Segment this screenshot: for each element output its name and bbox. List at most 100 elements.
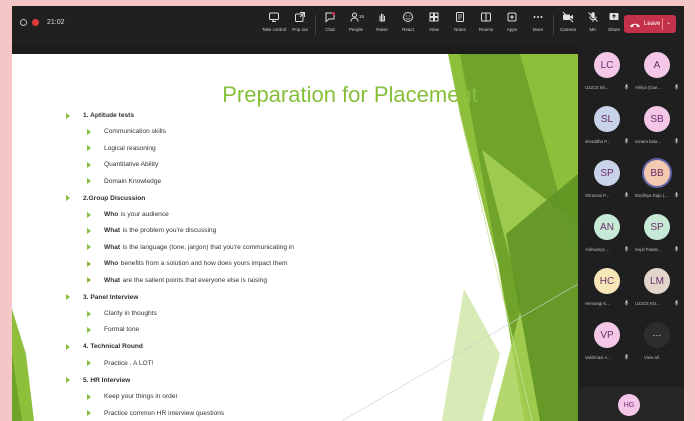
shared-presentation-slide: Preparation for Placement 1. Aptitude te… — [12, 54, 578, 421]
self-view-tile[interactable]: HG — [578, 387, 684, 421]
people-button[interactable]: People 16 — [343, 11, 369, 39]
participant-tile[interactable]: A Ahilya (Gue... — [631, 52, 681, 100]
bullet-arrow-icon — [87, 360, 91, 367]
participant-name: shraddha P... — [585, 139, 611, 144]
chat-button[interactable]: Chat — [317, 11, 343, 39]
camera-button[interactable]: Camera — [555, 11, 581, 39]
bullet-arrow-icon — [66, 377, 70, 384]
react-button[interactable]: React — [395, 11, 421, 39]
leave-button[interactable]: Leave ⌄ — [624, 15, 676, 33]
bullet-arrow-icon — [87, 178, 91, 185]
pop-out-button[interactable]: Pop out — [287, 11, 313, 39]
participant-avatar: A — [644, 52, 670, 78]
mic-icon — [587, 11, 599, 23]
participant-name: Ahilya (Gue... — [635, 85, 662, 90]
mic-muted-icon — [624, 300, 629, 306]
more-button[interactable]: More — [525, 11, 551, 39]
react-icon — [402, 11, 414, 23]
bullet-arrow-icon — [87, 310, 91, 317]
chat-icon — [324, 11, 336, 23]
participant-tile[interactable]: SL shraddha P... — [581, 106, 631, 154]
rooms-icon — [480, 11, 492, 23]
mic-muted-icon — [624, 192, 629, 198]
pop-out-icon — [294, 11, 306, 23]
raise-hand-button[interactable]: Raise — [369, 11, 395, 39]
bullet-arrow-icon — [66, 195, 70, 202]
bullet-arrow-icon — [66, 112, 70, 119]
slide-sub-item: What is the problem you're discussing — [87, 227, 216, 234]
bullet-arrow-icon — [87, 277, 91, 284]
participant-avatar: SB — [644, 106, 670, 132]
view-icon — [428, 11, 440, 23]
participant-avatar: LC — [594, 52, 620, 78]
participant-tile[interactable]: SP Shravani P... — [581, 160, 631, 208]
slide-sub-item: Who benefits from a solution and how does… — [87, 260, 288, 267]
participant-avatar: AN — [594, 214, 620, 240]
participant-tile[interactable]: BB Bindhiya Raju (... — [631, 160, 681, 208]
take-control-button[interactable]: Take control — [261, 11, 287, 39]
people-count-badge: 16 — [359, 14, 365, 19]
recording-icon — [32, 19, 39, 26]
raise-hand-icon — [376, 11, 388, 23]
status-circle-icon — [20, 19, 27, 26]
slide-sub-item: Logical reasoning — [87, 145, 156, 152]
bullet-arrow-icon — [87, 326, 91, 333]
apps-button[interactable]: Apps — [499, 11, 525, 39]
participant-tile[interactable]: AN Aishwarya ... — [581, 214, 631, 262]
notes-button[interactable]: Notes — [447, 11, 473, 39]
more-icon: ⋯ — [644, 322, 670, 348]
bullet-arrow-icon — [87, 244, 91, 251]
participant-tile[interactable]: HC Hemangi K... — [581, 268, 631, 316]
slide-sub-item: Practice common HR interview questions — [87, 410, 224, 417]
camera-icon — [562, 11, 574, 23]
mic-muted-icon — [624, 246, 629, 252]
bullet-arrow-icon — [87, 410, 91, 417]
slide-sub-item: Domain Knowledge — [87, 178, 161, 185]
view-button[interactable]: View — [421, 11, 447, 39]
bullet-arrow-icon — [87, 227, 91, 234]
participant-tile[interactable]: SB sonam bala... — [631, 106, 681, 154]
participant-avatar: HC — [594, 268, 620, 294]
participant-name: Aishwarya ... — [585, 247, 610, 252]
participant-tile[interactable]: LM U22CE KO... — [631, 268, 681, 316]
meeting-timer: 21:02 — [47, 19, 65, 26]
participant-name: U22CE Mi... — [585, 85, 609, 90]
participants-panel: HG LC U22CE Mi... A Ahilya (Gue... SL shraddh… — [578, 44, 684, 421]
slide-sub-item: Practice . A LOT! — [87, 360, 153, 367]
mic-muted-icon — [674, 84, 679, 90]
participant-avatar: SP — [594, 160, 620, 186]
participant-avatar: BB — [644, 160, 670, 186]
view-all-button[interactable]: ⋯ View all — [631, 322, 681, 370]
slide-sub-item: Communication skills — [87, 128, 166, 135]
slide-sub-item: Clarity in thoughts — [87, 310, 157, 317]
mic-muted-icon — [674, 192, 679, 198]
participant-name: Hemangi K... — [585, 301, 610, 306]
participant-tile[interactable]: SP Sejal Pawar... — [631, 214, 681, 262]
more-icon — [532, 11, 544, 23]
notes-icon — [454, 11, 466, 23]
participant-avatar: SL — [594, 106, 620, 132]
participant-avatar: SP — [644, 214, 670, 240]
mic-muted-icon — [674, 300, 679, 306]
meeting-window: 21:02 Take control Pop out Chat People 1… — [12, 6, 684, 421]
bullet-arrow-icon — [66, 294, 70, 301]
participant-name: sonam bala... — [635, 139, 661, 144]
bullet-arrow-icon — [87, 393, 91, 400]
meeting-toolbar: 21:02 Take control Pop out Chat People 1… — [12, 6, 684, 44]
participant-name: Sejal Pawar... — [635, 247, 662, 252]
view-all-label: View all — [644, 355, 659, 360]
chevron-down-icon[interactable]: ⌄ — [666, 19, 671, 26]
rooms-button[interactable]: Rooms — [473, 11, 499, 39]
slide-heading-item: 4. Technical Round — [66, 343, 143, 350]
participant-avatar: VP — [594, 322, 620, 348]
bullet-arrow-icon — [87, 145, 91, 152]
participant-avatar: LM — [644, 268, 670, 294]
participant-tile[interactable]: VP Vaishnavi A... — [581, 322, 631, 370]
participant-name: Vaishnavi A... — [585, 355, 611, 360]
slide-sub-item: Quantitative Ability — [87, 161, 158, 168]
apps-icon — [506, 11, 518, 23]
participant-tile[interactable]: LC U22CE Mi... — [581, 52, 631, 100]
share-icon — [608, 11, 620, 23]
self-avatar: HG — [618, 394, 640, 416]
slide-title: Preparation for Placement — [222, 82, 478, 107]
